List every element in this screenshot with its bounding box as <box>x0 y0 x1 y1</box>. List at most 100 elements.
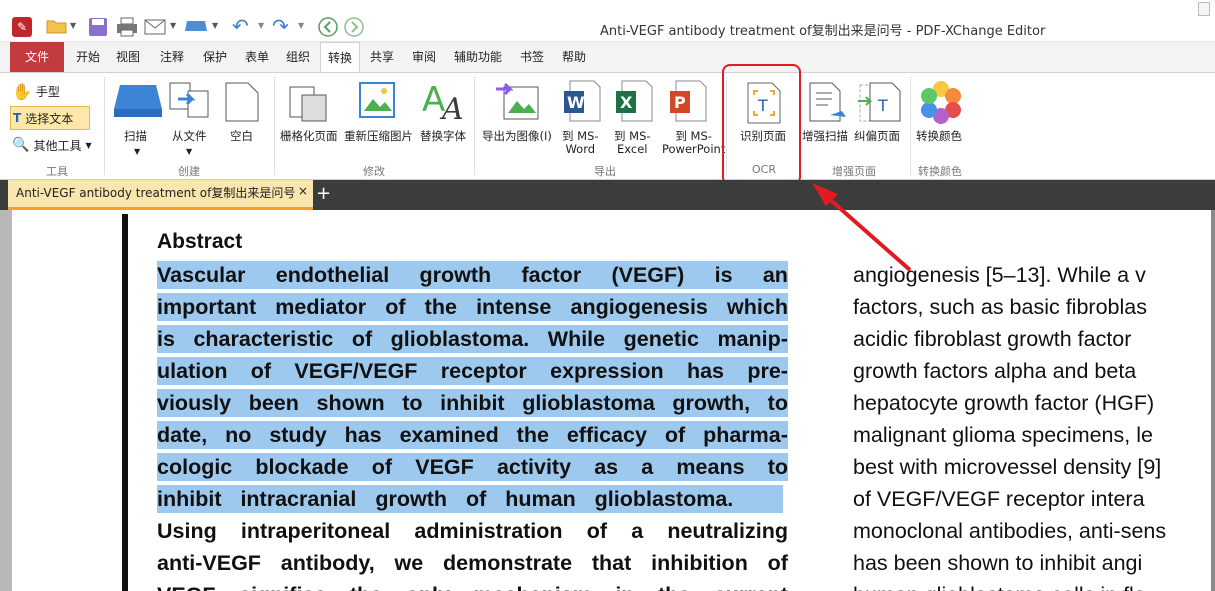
tab-view[interactable]: 视图 <box>110 42 146 72</box>
app-logo-icon[interactable]: ✎ <box>12 17 32 37</box>
text-line: growth factors alpha and beta <box>853 359 1137 383</box>
right-column-text[interactable]: angiogenesis [5–13]. While a v factors, s… <box>853 261 1213 591</box>
enhance-scan-button[interactable]: 增强扫描 <box>802 130 848 143</box>
hand-icon: ✋ <box>12 81 32 101</box>
tab-convert[interactable]: 转换 <box>320 42 360 72</box>
svg-text:T: T <box>877 96 888 115</box>
export-powerpoint-button[interactable]: 到 MS- PowerPoint <box>662 130 725 156</box>
tab-review[interactable]: 审阅 <box>406 42 442 72</box>
convert-colors-icon[interactable] <box>918 79 964 125</box>
text-line: anti-VEGF antibody, we demonstrate that inhib… <box>157 551 788 575</box>
text-line: human glioblastoma cells in fla <box>853 581 1213 591</box>
export-word-line2: Word <box>565 142 596 156</box>
selected-text-line: viously been shown to inhibit glioblastoma gro… <box>157 389 788 417</box>
svg-text:W: W <box>567 93 585 112</box>
text-line: hepatocyte growth factor (HGF) <box>853 391 1155 415</box>
email-icon[interactable] <box>144 19 166 35</box>
excel-icon[interactable]: X <box>614 79 654 123</box>
select-text-icon: T <box>13 111 22 125</box>
dropdown-arrow-icon[interactable]: ▼ <box>212 21 218 30</box>
selected-text-line: date, no study has examined the efficacy of phar… <box>157 421 788 449</box>
abstract-heading: Abstract <box>157 230 243 253</box>
scan-icon[interactable] <box>184 19 208 33</box>
back-icon[interactable] <box>318 17 338 37</box>
selected-text-line: is characteristic of glioblastoma. While gene… <box>157 325 788 353</box>
group-separator <box>104 77 105 175</box>
deskew-page-icon[interactable]: T <box>856 79 904 123</box>
hand-tool-label: 手型 <box>35 84 60 99</box>
tab-help[interactable]: 帮助 <box>556 42 592 72</box>
from-file-button[interactable]: 从文件 <box>172 130 207 143</box>
window-control[interactable] <box>1198 2 1210 16</box>
left-column-text[interactable]: Vascular endothelial growth factor (VEGF) is a… <box>157 261 788 591</box>
redo-icon[interactable]: ↷ <box>272 14 289 38</box>
tab-form[interactable]: 表单 <box>238 42 276 72</box>
scan-icon[interactable] <box>112 83 164 121</box>
group-label-modify: 修改 <box>363 165 385 178</box>
text-line: angiogenesis [5–13]. While a v <box>853 263 1146 287</box>
export-excel-button[interactable]: 到 MS- Excel <box>614 130 651 156</box>
replace-fonts-icon[interactable]: AA <box>420 79 468 123</box>
dropdown-arrow-icon[interactable]: ▼ <box>298 21 304 30</box>
tab-home[interactable]: 开始 <box>70 42 106 72</box>
selected-text-line: ulation of VEGF/VEGF receptor expression has p… <box>157 357 788 385</box>
text-line: has been shown to inhibit angi <box>853 551 1143 575</box>
new-tab-icon[interactable]: + <box>316 184 331 204</box>
tab-comment[interactable]: 注释 <box>152 42 192 72</box>
blank-page-icon[interactable] <box>224 81 260 123</box>
recompress-images-button[interactable]: 重新压缩图片 <box>344 130 413 143</box>
dropdown-arrow-icon[interactable]: ▼ <box>258 21 264 30</box>
dropdown-arrow-icon: ▼ <box>85 140 92 150</box>
select-text-label: 选择文本 <box>25 111 74 126</box>
tab-file[interactable]: 文件 <box>10 42 64 72</box>
tab-accessibility[interactable]: 辅助功能 <box>448 42 508 72</box>
tab-protect[interactable]: 保护 <box>196 42 234 72</box>
open-folder-icon[interactable] <box>46 17 68 35</box>
other-tools-button[interactable]: 🔍 其他工具 ▼ <box>12 133 92 157</box>
group-label-enhance: 增强页面 <box>832 165 876 178</box>
window-title: Anti-VEGF antibody treatment of复制出来是问号 -… <box>600 24 1046 39</box>
export-image-icon[interactable] <box>494 79 542 123</box>
group-label-export: 导出 <box>594 165 616 178</box>
tab-organize[interactable]: 组织 <box>280 42 316 72</box>
powerpoint-icon[interactable]: P <box>668 79 708 123</box>
dropdown-arrow-icon[interactable]: ▼ <box>170 21 176 30</box>
print-icon[interactable] <box>116 17 138 37</box>
blank-page-button[interactable]: 空白 <box>230 130 253 143</box>
scan-button[interactable]: 扫描 <box>124 130 147 143</box>
close-tab-icon[interactable]: × <box>298 184 308 198</box>
save-icon[interactable] <box>88 17 108 37</box>
magnifier-icon: 🔍 <box>12 137 30 153</box>
selected-text-line: Vascular endothelial growth factor (VEGF) is a… <box>157 261 788 289</box>
tab-share[interactable]: 共享 <box>364 42 400 72</box>
tab-bookmarks[interactable]: 书签 <box>514 42 550 72</box>
replace-fonts-button[interactable]: 替换字体 <box>420 130 466 143</box>
text-line: of VEGF/VEGF receptor intera <box>853 487 1145 511</box>
export-image-button[interactable]: 导出为图像(I) <box>482 130 552 143</box>
group-label-convert-colors: 转换颜色 <box>918 165 962 178</box>
selected-text-line: cologic blockade of VEGF activity as a means to <box>157 453 788 481</box>
enhance-scan-icon[interactable] <box>806 79 850 123</box>
recompress-images-icon[interactable] <box>354 79 402 123</box>
undo-icon[interactable]: ↶ <box>232 14 249 38</box>
dropdown-arrow-icon[interactable]: ▼ <box>70 21 76 30</box>
text-line: Using intraperitoneal administration of a neu… <box>157 519 788 543</box>
convert-colors-button[interactable]: 转换颜色 <box>916 130 962 143</box>
deskew-page-button[interactable]: 纠偏页面 <box>854 130 900 143</box>
text-line: malignant glioma specimens, le <box>853 423 1153 447</box>
rasterize-page-button[interactable]: 栅格化页面 <box>280 130 338 143</box>
from-file-icon[interactable] <box>166 81 214 123</box>
document-tab[interactable]: Anti-VEGF antibody treatment of复制出来是问号 <box>8 180 313 210</box>
export-ppt-line2: PowerPoint <box>662 142 726 156</box>
ribbon-tab-bar: 文件 开始 视图 注释 保护 表单 组织 转换 共享 审阅 辅助功能 书签 帮助 <box>0 42 1215 72</box>
export-word-button[interactable]: 到 MS- Word <box>562 130 599 156</box>
group-label-tools: 工具 <box>46 165 68 178</box>
select-text-tool[interactable]: T 选择文本 <box>10 106 90 130</box>
dropdown-arrow-icon[interactable]: ▼ <box>134 147 140 156</box>
selected-text-line: important mediator of the intense angiogenesi… <box>157 293 788 321</box>
forward-icon[interactable] <box>344 17 364 37</box>
dropdown-arrow-icon[interactable]: ▼ <box>186 147 192 156</box>
word-icon[interactable]: W <box>562 79 602 123</box>
hand-tool[interactable]: ✋ 手型 <box>12 79 60 103</box>
rasterize-page-icon[interactable] <box>288 81 330 123</box>
